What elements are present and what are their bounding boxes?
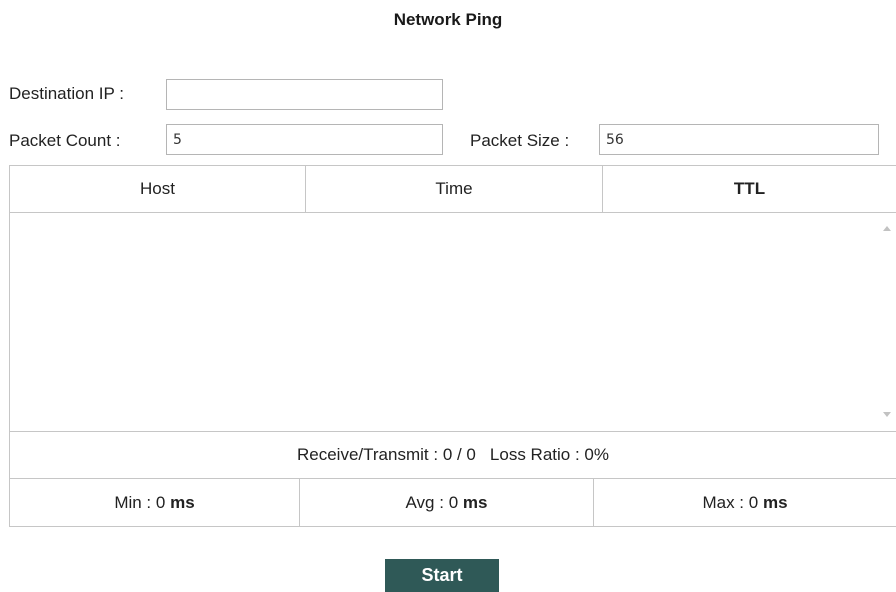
ping-results-table: Host Time TTL Receive/Transmit : 0 / 0 Lo…	[9, 165, 896, 527]
destination-ip-input[interactable]	[166, 79, 443, 110]
network-ping-panel: Network Ping Destination IP : Packet Cou…	[0, 0, 896, 592]
min-label: Min :	[114, 492, 152, 512]
max-stat: Max : 0 ms	[594, 479, 896, 526]
results-list	[10, 213, 896, 432]
column-header-time: Time	[306, 166, 603, 212]
page-title: Network Ping	[393, 10, 503, 29]
max-unit: ms	[762, 492, 788, 512]
loss-ratio-label: Loss Ratio :	[489, 445, 580, 464]
destination-ip-label: Destination IP :	[9, 84, 124, 103]
summary-row: Receive/Transmit : 0 / 0 Loss Ratio : 0%	[10, 432, 896, 479]
start-button[interactable]: Start	[385, 559, 499, 592]
packet-count-label: Packet Count :	[9, 131, 121, 150]
stats-row: Min : 0 ms Avg : 0 ms Max : 0 ms	[10, 479, 896, 526]
avg-unit: ms	[462, 492, 488, 512]
column-header-ttl: TTL	[733, 179, 766, 198]
min-stat: Min : 0 ms	[10, 479, 300, 526]
column-header-host: Host	[10, 166, 306, 212]
avg-label: Avg :	[405, 492, 444, 512]
avg-stat: Avg : 0 ms	[300, 479, 594, 526]
packet-size-label: Packet Size :	[470, 131, 570, 150]
scroll-up-icon[interactable]	[883, 226, 891, 231]
packet-count-input[interactable]	[166, 124, 443, 155]
min-value: 0	[155, 492, 166, 512]
scroll-down-icon[interactable]	[883, 412, 891, 417]
min-unit: ms	[170, 492, 195, 512]
packet-size-input[interactable]	[599, 124, 879, 155]
receive-transmit-label: Receive/Transmit :	[297, 445, 439, 464]
receive-transmit-value: 0 / 0	[442, 445, 476, 464]
avg-value: 0	[448, 492, 459, 512]
loss-ratio-value: 0%	[584, 445, 609, 464]
max-value: 0	[748, 492, 759, 512]
results-header-row: Host Time TTL	[10, 166, 896, 213]
max-label: Max :	[702, 492, 745, 512]
results-scrollbar[interactable]	[878, 213, 896, 431]
